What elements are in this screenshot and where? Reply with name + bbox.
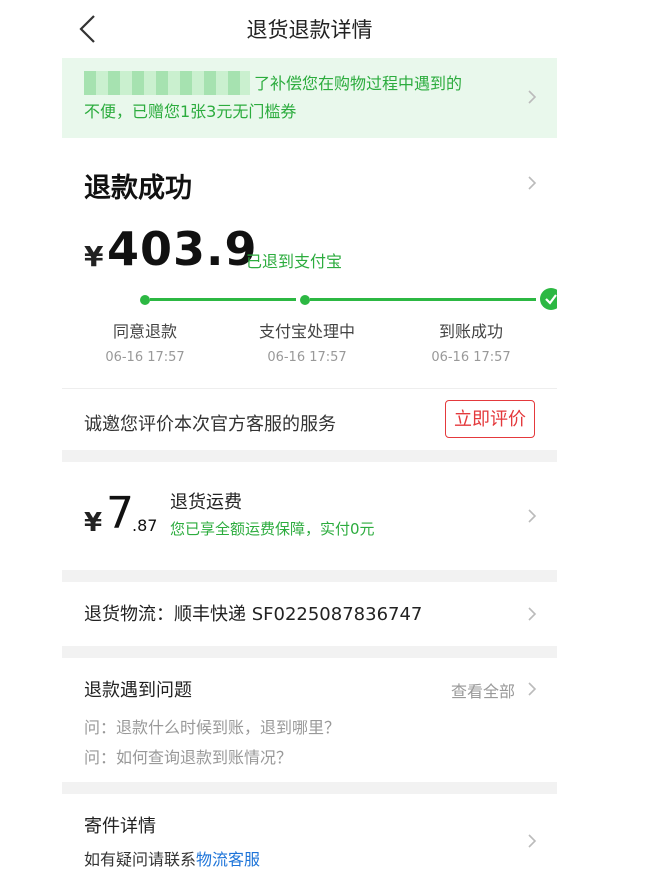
step-label: 支付宝处理中 <box>258 322 355 341</box>
fee-title: 退货运费 <box>170 492 242 513</box>
header-bar: 退货退款详情 <box>62 0 557 58</box>
progress-line <box>150 298 296 301</box>
contact-prefix: 如有疑问请联系 <box>84 850 197 869</box>
question-item[interactable]: 问：退款什么时候到账，退到哪里？ <box>84 714 340 738</box>
progress-track <box>140 288 557 310</box>
refund-amount: 403.9 <box>107 222 258 276</box>
refund-questions-card: 退款遇到问题 查看全部 问：退款什么时候到账，退到哪里？ 问：如何查询退款到账情… <box>62 658 557 782</box>
logistics-service-link[interactable]: 物流客服 <box>196 850 260 869</box>
logistics-info: 退货物流：顺丰快递 SF0225087836747 <box>84 604 423 625</box>
check-icon <box>540 288 557 310</box>
question-item[interactable]: 问：如何查询退款到账情况？ <box>84 744 292 768</box>
currency-symbol: ¥ <box>84 240 104 273</box>
step-label: 到账成功 <box>438 322 503 341</box>
refund-detail-page: 退货退款详情 了补偿您在购物过程中遇到的 不便，已赠您1张3元无门槛券 退款成功… <box>62 0 557 894</box>
chevron-right-icon[interactable] <box>525 176 539 190</box>
return-logistics-row[interactable]: 退货物流：顺丰快递 SF0225087836747 <box>62 582 557 646</box>
chevron-right-icon <box>525 509 539 523</box>
refund-status-card: 退款成功 ¥ 403.9 已退到支付宝 同意退款 支付宝处理中 到账成功 06-… <box>62 138 557 450</box>
fee-amount-integer: 7 <box>106 488 134 539</box>
refund-destination: 已退到支付宝 <box>246 252 343 271</box>
progress-dot <box>140 295 150 305</box>
step-time: 06-16 17:57 <box>267 350 347 365</box>
step-time: 06-16 17:57 <box>431 350 511 365</box>
banner-line2: 不便，已赠您1张3元无门槛券 <box>84 102 297 121</box>
fee-amount-decimal: .87 <box>132 516 158 535</box>
step-label: 同意退款 <box>112 322 177 341</box>
chevron-right-icon[interactable] <box>525 682 539 696</box>
step-time: 06-16 17:57 <box>105 350 185 365</box>
mail-details-card[interactable]: 寄件详情 如有疑问请联系物流客服 <box>62 794 557 894</box>
chevron-right-icon <box>525 90 539 104</box>
chevron-right-icon <box>525 607 539 621</box>
mail-details-title: 寄件详情 <box>84 816 156 837</box>
fee-note: 您已享全额运费保障，实付0元 <box>170 520 375 538</box>
coupon-banner[interactable]: 了补偿您在购物过程中遇到的 不便，已赠您1张3元无门槛券 <box>62 58 557 138</box>
mail-details-subtitle: 如有疑问请联系物流客服 <box>84 846 260 870</box>
chevron-right-icon <box>525 834 539 848</box>
rate-now-button[interactable]: 立即评价 <box>445 400 535 438</box>
questions-title: 退款遇到问题 <box>84 680 192 701</box>
refund-status-title: 退款成功 <box>84 173 192 204</box>
page-title: 退货退款详情 <box>246 18 373 42</box>
service-rating-invite: 诚邀您评价本次官方客服的服务 <box>84 414 336 435</box>
banner-line1: 了补偿您在购物过程中遇到的 <box>254 74 463 93</box>
divider <box>62 388 557 389</box>
progress-line <box>310 298 536 301</box>
view-all-link[interactable]: 查看全部 <box>451 678 515 702</box>
currency-symbol: ¥ <box>84 508 103 538</box>
return-shipping-fee-card[interactable]: ¥ 7 .87 退货运费 您已享全额运费保障，实付0元 <box>62 462 557 570</box>
banner-text: 了补偿您在购物过程中遇到的 不便，已赠您1张3元无门槛券 <box>84 70 524 126</box>
progress-dot <box>300 295 310 305</box>
